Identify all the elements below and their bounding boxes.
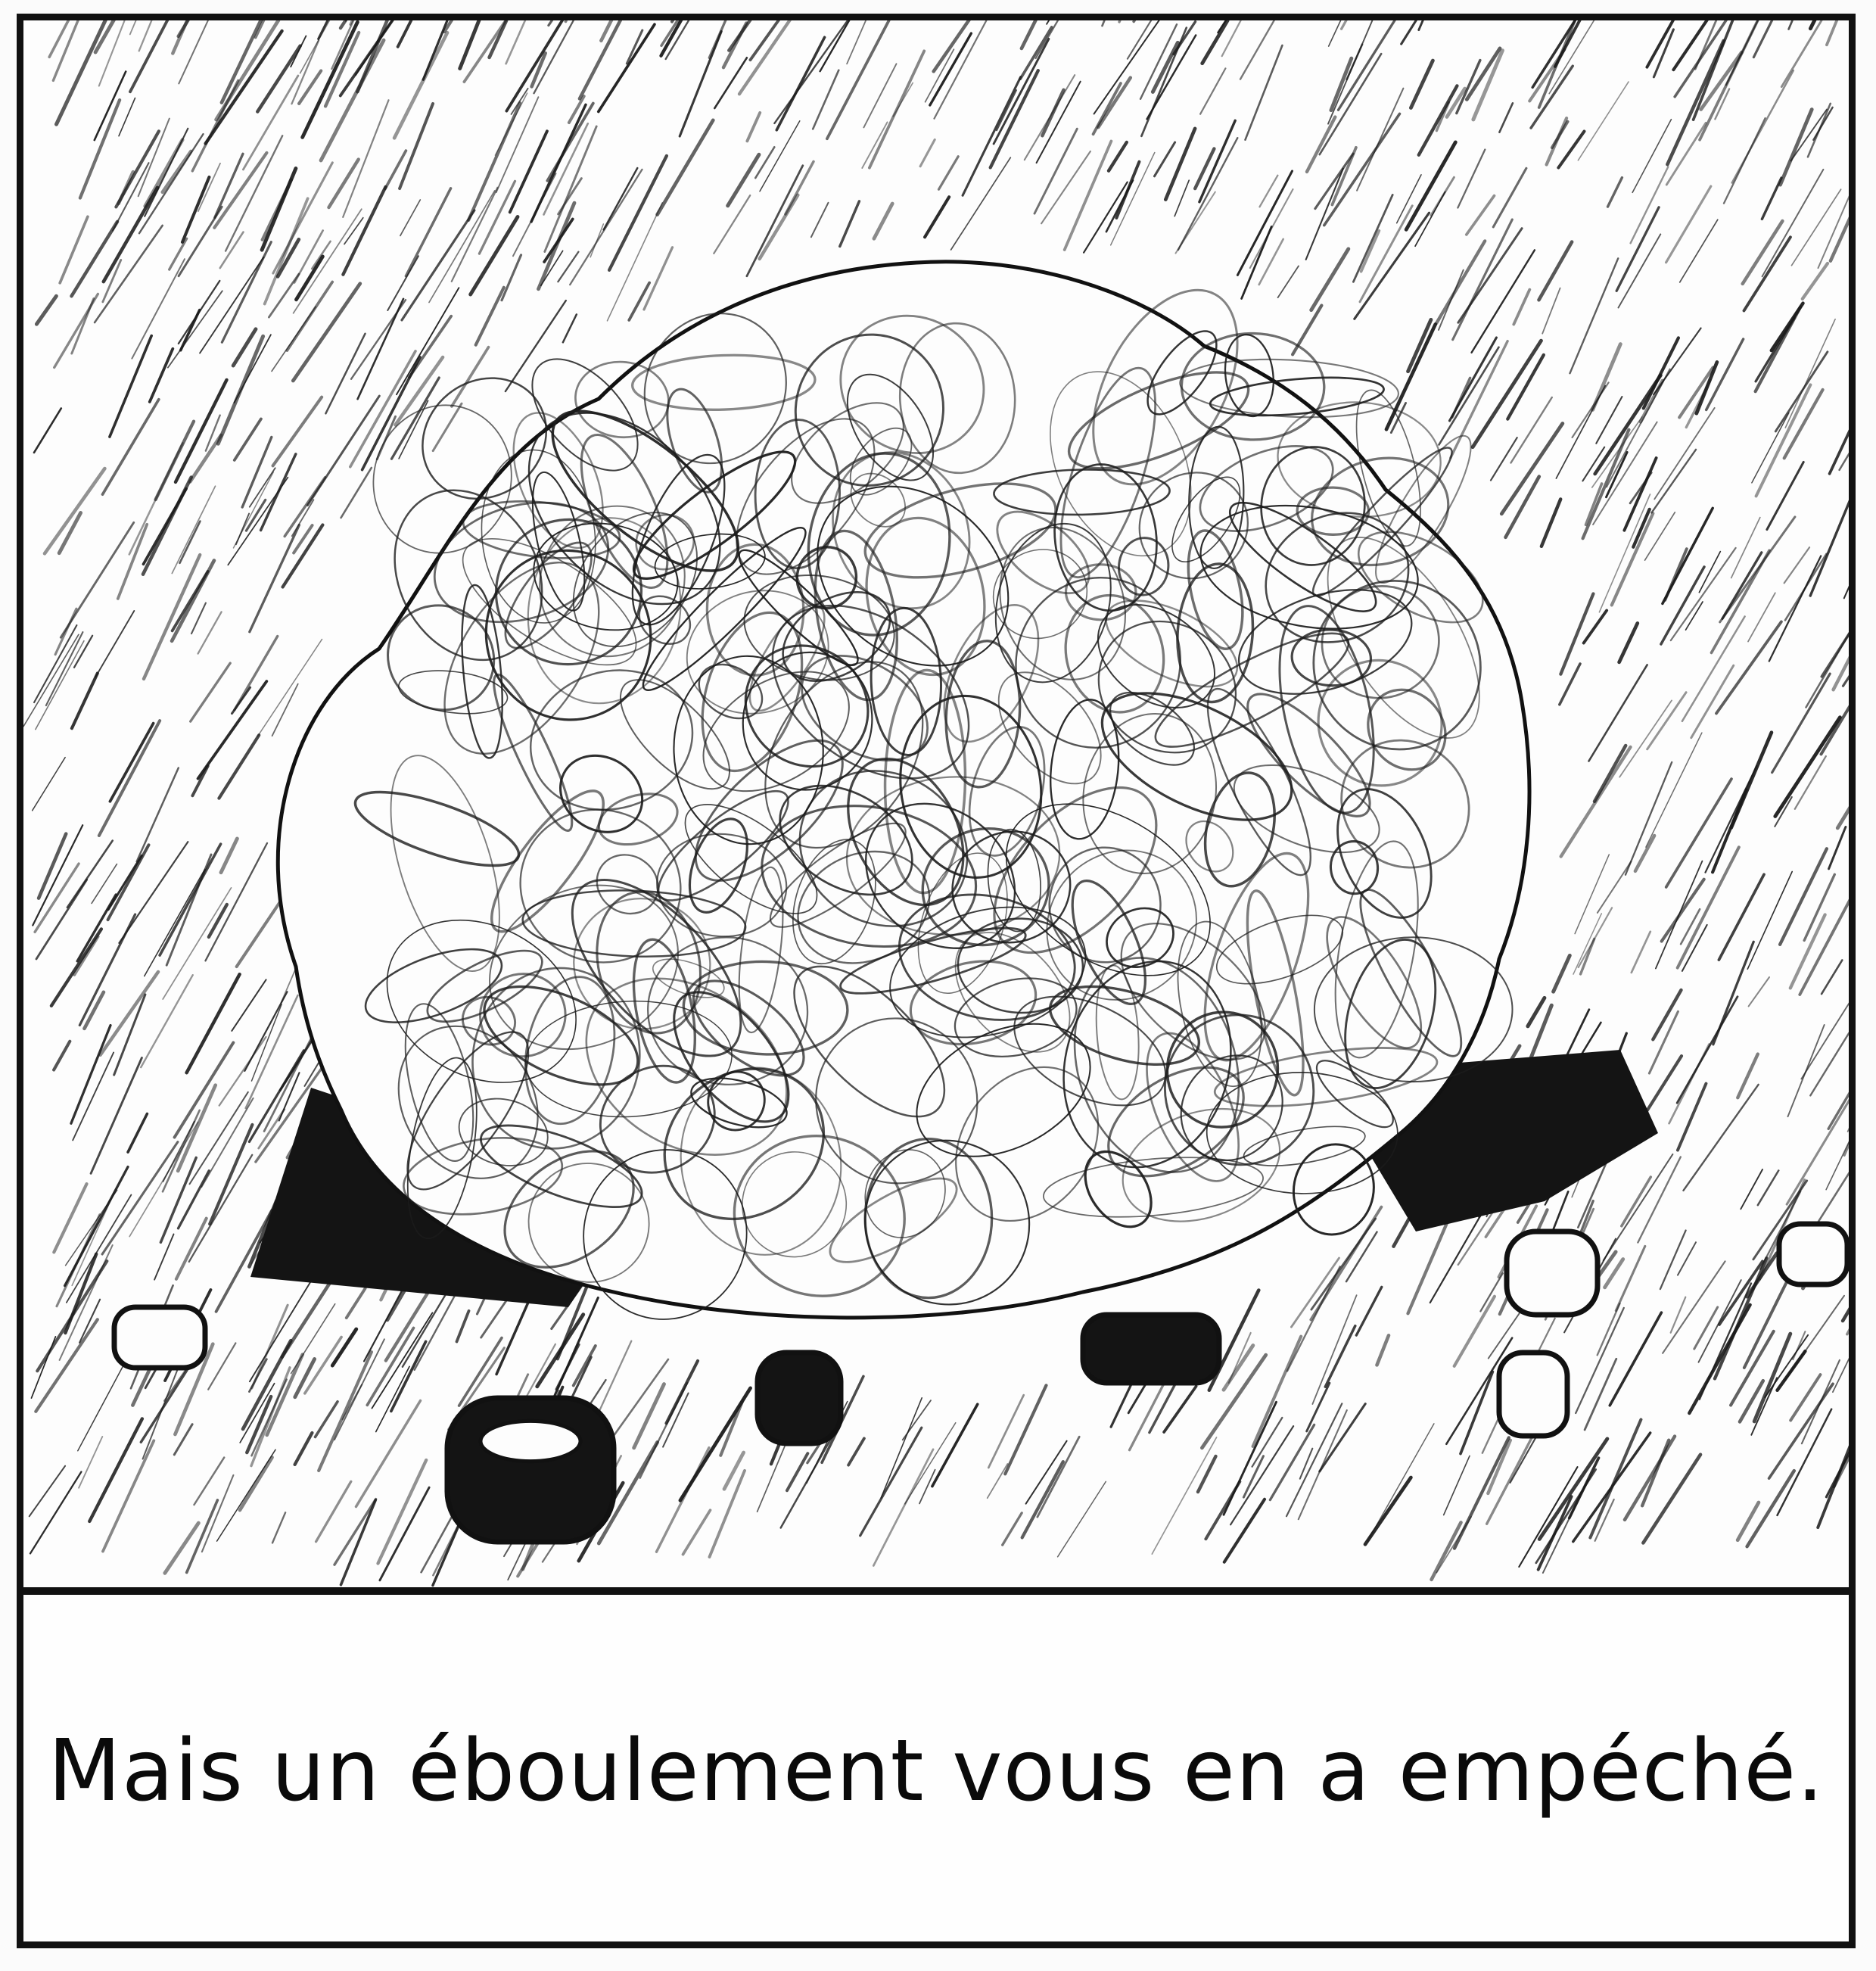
pebble: [1776, 1221, 1849, 1288]
caption-box: Mais un éboulement vous en a empéché.: [23, 1595, 1849, 1941]
caption-text: Mais un éboulement vous en a empéché.: [48, 1722, 1825, 1820]
pebble: [1504, 1228, 1601, 1318]
illustration: [23, 20, 1849, 1587]
panel-divider: [23, 1587, 1849, 1595]
pebble: [754, 1350, 844, 1446]
boulder-illustration: [23, 20, 1849, 1587]
pebble: [1496, 1350, 1570, 1439]
pebble: [1080, 1312, 1222, 1386]
pebble: [111, 1304, 208, 1371]
comic-panel: Mais un éboulement vous en a empéché.: [17, 14, 1856, 1948]
pebble-hole: [478, 1418, 583, 1464]
